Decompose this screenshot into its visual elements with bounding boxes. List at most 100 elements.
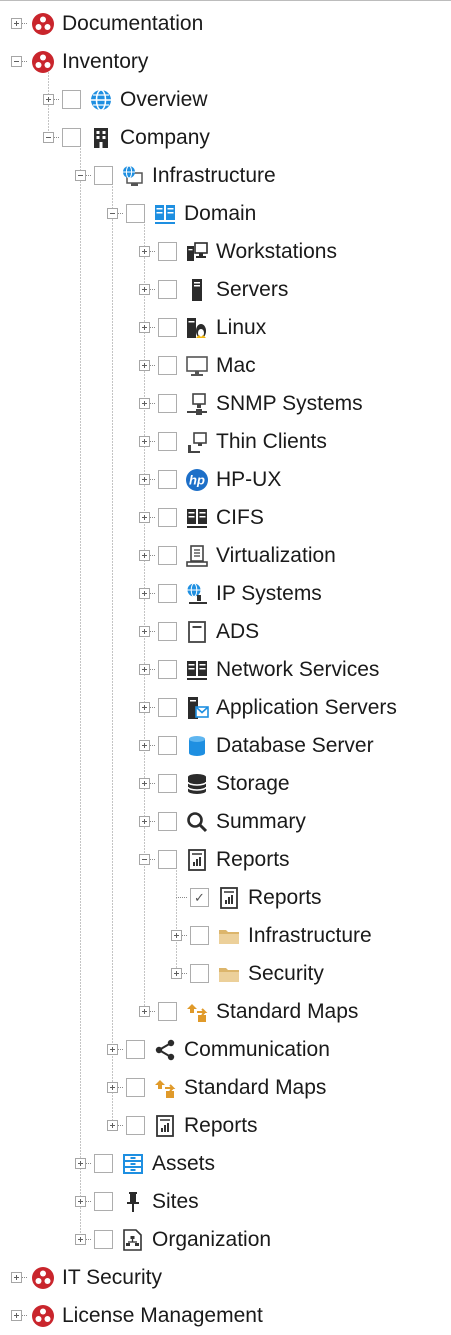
checkbox[interactable]: [94, 1154, 113, 1173]
checkbox[interactable]: [158, 774, 177, 793]
checkbox[interactable]: [190, 926, 209, 945]
tree-item-documentation[interactable]: Documentation: [0, 5, 451, 43]
expand-button[interactable]: [107, 1120, 118, 1131]
tree-item-standard-maps[interactable]: Standard Maps: [0, 993, 451, 1031]
tree-item-snmp-systems[interactable]: SNMP Systems: [0, 385, 451, 423]
checkbox[interactable]: [190, 964, 209, 983]
tree-item-reports[interactable]: ✓ Reports: [0, 879, 451, 917]
tree-item-thin-clients[interactable]: Thin Clients: [0, 423, 451, 461]
expand-button[interactable]: [139, 360, 150, 371]
tree-item-storage[interactable]: Storage: [0, 765, 451, 803]
tree-item-overview[interactable]: Overview: [0, 81, 451, 119]
collapse-button[interactable]: [75, 170, 86, 181]
tree-item-domain[interactable]: Domain: [0, 195, 451, 233]
tree-item-virtualization[interactable]: Virtualization: [0, 537, 451, 575]
tree-item-assets[interactable]: Assets: [0, 1145, 451, 1183]
expand-button[interactable]: [75, 1234, 86, 1245]
expand-button[interactable]: [139, 588, 150, 599]
tree-item-inventory[interactable]: Inventory: [0, 43, 451, 81]
checkbox[interactable]: [158, 356, 177, 375]
checkbox[interactable]: [94, 166, 113, 185]
checkbox[interactable]: [62, 128, 81, 147]
expand-button[interactable]: [139, 626, 150, 637]
checkbox[interactable]: [158, 242, 177, 261]
tree-item-cifs[interactable]: CIFS: [0, 499, 451, 537]
tree-item-sites[interactable]: Sites: [0, 1183, 451, 1221]
collapse-button[interactable]: [43, 132, 54, 143]
expand-button[interactable]: [139, 740, 150, 751]
checkbox[interactable]: [94, 1230, 113, 1249]
tree-item-summary[interactable]: Summary: [0, 803, 451, 841]
expand-button[interactable]: [75, 1158, 86, 1169]
checkbox[interactable]: [158, 850, 177, 869]
expand-button[interactable]: [11, 1310, 22, 1321]
tree-item-license-management[interactable]: License Management: [0, 1297, 451, 1335]
tree-item-reports[interactable]: Reports: [0, 1107, 451, 1145]
tree-item-communication[interactable]: Communication: [0, 1031, 451, 1069]
checkbox[interactable]: [158, 660, 177, 679]
tree-item-security[interactable]: Security: [0, 955, 451, 993]
tree-item-standard-maps[interactable]: Standard Maps: [0, 1069, 451, 1107]
expand-button[interactable]: [139, 702, 150, 713]
checkbox[interactable]: [158, 546, 177, 565]
expand-button[interactable]: [107, 1082, 118, 1093]
tree-item-hp-ux[interactable]: hp HP-UX: [0, 461, 451, 499]
checkbox[interactable]: [158, 622, 177, 641]
checkbox[interactable]: [158, 432, 177, 451]
expand-button[interactable]: [171, 930, 182, 941]
checkbox[interactable]: [126, 1040, 145, 1059]
expand-button[interactable]: [139, 284, 150, 295]
expand-button[interactable]: [139, 246, 150, 257]
expand-button[interactable]: [139, 550, 150, 561]
checkbox[interactable]: [158, 698, 177, 717]
tree-item-network-services[interactable]: Network Services: [0, 651, 451, 689]
tree-item-application-servers[interactable]: Application Servers: [0, 689, 451, 727]
checkbox[interactable]: [158, 1002, 177, 1021]
checkbox[interactable]: [126, 1116, 145, 1135]
tree-item-servers[interactable]: Servers: [0, 271, 451, 309]
collapse-button[interactable]: [139, 854, 150, 865]
expand-button[interactable]: [139, 474, 150, 485]
checkbox[interactable]: [158, 470, 177, 489]
checkbox[interactable]: [158, 736, 177, 755]
expand-button[interactable]: [139, 512, 150, 523]
checkbox[interactable]: [62, 90, 81, 109]
tree-item-linux[interactable]: Linux: [0, 309, 451, 347]
checkbox[interactable]: [158, 318, 177, 337]
expand-button[interactable]: [43, 94, 54, 105]
tree-item-mac[interactable]: Mac: [0, 347, 451, 385]
checkbox[interactable]: [158, 508, 177, 527]
tree-item-infrastructure[interactable]: Infrastructure: [0, 157, 451, 195]
expand-button[interactable]: [171, 968, 182, 979]
tree-view[interactable]: Documentation Inventory Overview Company Inf…: [0, 0, 451, 1331]
expand-button[interactable]: [139, 664, 150, 675]
expand-button[interactable]: [139, 816, 150, 827]
collapse-button[interactable]: [11, 56, 22, 67]
expand-button[interactable]: [139, 1006, 150, 1017]
checkbox[interactable]: [158, 394, 177, 413]
expand-button[interactable]: [139, 398, 150, 409]
checkbox[interactable]: [158, 584, 177, 603]
tree-item-organization[interactable]: Organization: [0, 1221, 451, 1259]
tree-item-company[interactable]: Company: [0, 119, 451, 157]
checkbox[interactable]: [158, 812, 177, 831]
tree-item-it-security[interactable]: IT Security: [0, 1259, 451, 1297]
tree-item-ip-systems[interactable]: IP Systems: [0, 575, 451, 613]
checkbox-checked[interactable]: ✓: [190, 888, 209, 907]
tree-item-workstations[interactable]: Workstations: [0, 233, 451, 271]
tree-item-reports[interactable]: Reports: [0, 841, 451, 879]
expand-button[interactable]: [11, 1272, 22, 1283]
expand-button[interactable]: [107, 1044, 118, 1055]
expand-button[interactable]: [75, 1196, 86, 1207]
expand-button[interactable]: [139, 778, 150, 789]
tree-item-infrastructure[interactable]: Infrastructure: [0, 917, 451, 955]
expand-button[interactable]: [139, 436, 150, 447]
tree-item-ads[interactable]: ADS: [0, 613, 451, 651]
tree-item-database-server[interactable]: Database Server: [0, 727, 451, 765]
checkbox[interactable]: [126, 1078, 145, 1097]
checkbox[interactable]: [126, 204, 145, 223]
expand-button[interactable]: [11, 18, 22, 29]
checkbox[interactable]: [94, 1192, 113, 1211]
expand-button[interactable]: [139, 322, 150, 333]
checkbox[interactable]: [158, 280, 177, 299]
